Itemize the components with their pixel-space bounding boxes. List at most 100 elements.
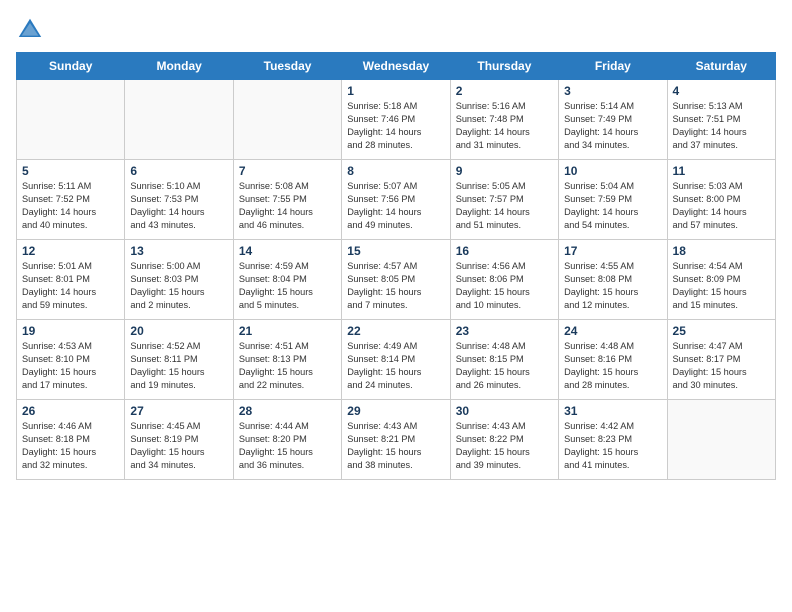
calendar-table: SundayMondayTuesdayWednesdayThursdayFrid… xyxy=(16,52,776,480)
day-number: 14 xyxy=(239,244,336,258)
day-info: Sunrise: 4:49 AM Sunset: 8:14 PM Dayligh… xyxy=(347,340,444,392)
calendar-cell: 10 Sunrise: 5:04 AM Sunset: 7:59 PM Dayli… xyxy=(559,160,667,240)
calendar-cell: 9 Sunrise: 5:05 AM Sunset: 7:57 PM Daylig… xyxy=(450,160,558,240)
day-info: Sunrise: 4:44 AM Sunset: 8:20 PM Dayligh… xyxy=(239,420,336,472)
day-number: 20 xyxy=(130,324,227,338)
day-info: Sunrise: 5:05 AM Sunset: 7:57 PM Dayligh… xyxy=(456,180,553,232)
day-info: Sunrise: 4:56 AM Sunset: 8:06 PM Dayligh… xyxy=(456,260,553,312)
day-info: Sunrise: 5:08 AM Sunset: 7:55 PM Dayligh… xyxy=(239,180,336,232)
calendar-cell: 15Sunrise: 4:57 AM Sunset: 8:05 PM Dayli… xyxy=(342,240,450,320)
day-info: Sunrise: 5:16 AM Sunset: 7:48 PM Dayligh… xyxy=(456,100,553,152)
day-number: 27 xyxy=(130,404,227,418)
header-row: SundayMondayTuesdayWednesdayThursdayFrid… xyxy=(17,53,776,80)
day-info: Sunrise: 5:13 AM Sunset: 7:51 PM Dayligh… xyxy=(673,100,770,152)
day-number: 10 xyxy=(564,164,661,178)
day-number: 2 xyxy=(456,84,553,98)
day-header-sunday: Sunday xyxy=(17,53,125,80)
week-row-2: 5 Sunrise: 5:11 AM Sunset: 7:52 PM Daylig… xyxy=(17,160,776,240)
day-info: Sunrise: 4:47 AM Sunset: 8:17 PM Dayligh… xyxy=(673,340,770,392)
day-header-friday: Friday xyxy=(559,53,667,80)
day-header-thursday: Thursday xyxy=(450,53,558,80)
day-info: Sunrise: 4:55 AM Sunset: 8:08 PM Dayligh… xyxy=(564,260,661,312)
calendar-cell: 24 Sunrise: 4:48 AM Sunset: 8:16 PM Dayli… xyxy=(559,320,667,400)
calendar-cell: 18 Sunrise: 4:54 AM Sunset: 8:09 PM Dayli… xyxy=(667,240,775,320)
calendar-cell: 20 Sunrise: 4:52 AM Sunset: 8:11 PM Dayli… xyxy=(125,320,233,400)
day-number: 28 xyxy=(239,404,336,418)
day-number: 30 xyxy=(456,404,553,418)
calendar-cell: 28 Sunrise: 4:44 AM Sunset: 8:20 PM Dayli… xyxy=(233,400,341,480)
day-info: Sunrise: 5:10 AM Sunset: 7:53 PM Dayligh… xyxy=(130,180,227,232)
day-info: Sunrise: 4:57 AM Sunset: 8:05 PM Dayligh… xyxy=(347,260,444,312)
calendar-cell xyxy=(667,400,775,480)
day-info: Sunrise: 4:53 AM Sunset: 8:10 PM Dayligh… xyxy=(22,340,119,392)
day-number: 29 xyxy=(347,404,444,418)
day-info: Sunrise: 4:48 AM Sunset: 8:15 PM Dayligh… xyxy=(456,340,553,392)
week-row-3: 12 Sunrise: 5:01 AM Sunset: 8:01 PM Dayli… xyxy=(17,240,776,320)
calendar-cell: 5 Sunrise: 5:11 AM Sunset: 7:52 PM Daylig… xyxy=(17,160,125,240)
day-info: Sunrise: 5:11 AM Sunset: 7:52 PM Dayligh… xyxy=(22,180,119,232)
day-number: 5 xyxy=(22,164,119,178)
calendar-cell: 7 Sunrise: 5:08 AM Sunset: 7:55 PM Daylig… xyxy=(233,160,341,240)
day-info: Sunrise: 4:59 AM Sunset: 8:04 PM Dayligh… xyxy=(239,260,336,312)
day-info: Sunrise: 4:54 AM Sunset: 8:09 PM Dayligh… xyxy=(673,260,770,312)
day-number: 4 xyxy=(673,84,770,98)
logo-icon xyxy=(16,16,44,44)
calendar-cell: 22Sunrise: 4:49 AM Sunset: 8:14 PM Dayli… xyxy=(342,320,450,400)
calendar-cell: 11 Sunrise: 5:03 AM Sunset: 8:00 PM Dayli… xyxy=(667,160,775,240)
day-number: 12 xyxy=(22,244,119,258)
day-number: 11 xyxy=(673,164,770,178)
day-info: Sunrise: 5:14 AM Sunset: 7:49 PM Dayligh… xyxy=(564,100,661,152)
calendar-cell: 27 Sunrise: 4:45 AM Sunset: 8:19 PM Dayli… xyxy=(125,400,233,480)
calendar-cell xyxy=(233,80,341,160)
logo xyxy=(16,16,48,44)
day-info: Sunrise: 5:07 AM Sunset: 7:56 PM Dayligh… xyxy=(347,180,444,232)
calendar-cell: 31 Sunrise: 4:42 AM Sunset: 8:23 PM Dayli… xyxy=(559,400,667,480)
calendar-cell: 2 Sunrise: 5:16 AM Sunset: 7:48 PM Daylig… xyxy=(450,80,558,160)
day-info: Sunrise: 4:43 AM Sunset: 8:22 PM Dayligh… xyxy=(456,420,553,472)
calendar-cell: 8 Sunrise: 5:07 AM Sunset: 7:56 PM Daylig… xyxy=(342,160,450,240)
week-row-5: 26Sunrise: 4:46 AM Sunset: 8:18 PM Dayli… xyxy=(17,400,776,480)
day-number: 17 xyxy=(564,244,661,258)
day-info: Sunrise: 4:45 AM Sunset: 8:19 PM Dayligh… xyxy=(130,420,227,472)
day-info: Sunrise: 4:43 AM Sunset: 8:21 PM Dayligh… xyxy=(347,420,444,472)
calendar-cell: 12 Sunrise: 5:01 AM Sunset: 8:01 PM Dayli… xyxy=(17,240,125,320)
week-row-1: 1Sunrise: 5:18 AM Sunset: 7:46 PM Daylig… xyxy=(17,80,776,160)
calendar-cell: 16Sunrise: 4:56 AM Sunset: 8:06 PM Dayli… xyxy=(450,240,558,320)
calendar-cell xyxy=(125,80,233,160)
day-info: Sunrise: 5:01 AM Sunset: 8:01 PM Dayligh… xyxy=(22,260,119,312)
day-number: 31 xyxy=(564,404,661,418)
day-number: 8 xyxy=(347,164,444,178)
day-info: Sunrise: 4:46 AM Sunset: 8:18 PM Dayligh… xyxy=(22,420,119,472)
calendar-cell: 23 Sunrise: 4:48 AM Sunset: 8:15 PM Dayli… xyxy=(450,320,558,400)
day-number: 21 xyxy=(239,324,336,338)
day-number: 24 xyxy=(564,324,661,338)
day-header-tuesday: Tuesday xyxy=(233,53,341,80)
calendar-cell: 29 Sunrise: 4:43 AM Sunset: 8:21 PM Dayli… xyxy=(342,400,450,480)
day-number: 1 xyxy=(347,84,444,98)
day-info: Sunrise: 5:04 AM Sunset: 7:59 PM Dayligh… xyxy=(564,180,661,232)
calendar-cell: 13Sunrise: 5:00 AM Sunset: 8:03 PM Dayli… xyxy=(125,240,233,320)
calendar-cell: 25Sunrise: 4:47 AM Sunset: 8:17 PM Dayli… xyxy=(667,320,775,400)
day-number: 19 xyxy=(22,324,119,338)
calendar-cell: 30 Sunrise: 4:43 AM Sunset: 8:22 PM Dayli… xyxy=(450,400,558,480)
day-number: 6 xyxy=(130,164,227,178)
day-number: 23 xyxy=(456,324,553,338)
day-info: Sunrise: 5:03 AM Sunset: 8:00 PM Dayligh… xyxy=(673,180,770,232)
calendar-cell: 4 Sunrise: 5:13 AM Sunset: 7:51 PM Daylig… xyxy=(667,80,775,160)
calendar-cell xyxy=(17,80,125,160)
day-number: 18 xyxy=(673,244,770,258)
week-row-4: 19 Sunrise: 4:53 AM Sunset: 8:10 PM Dayli… xyxy=(17,320,776,400)
day-info: Sunrise: 4:52 AM Sunset: 8:11 PM Dayligh… xyxy=(130,340,227,392)
calendar-cell: 6 Sunrise: 5:10 AM Sunset: 7:53 PM Daylig… xyxy=(125,160,233,240)
calendar-cell: 1Sunrise: 5:18 AM Sunset: 7:46 PM Daylig… xyxy=(342,80,450,160)
calendar-cell: 14 Sunrise: 4:59 AM Sunset: 8:04 PM Dayli… xyxy=(233,240,341,320)
calendar-cell: 26Sunrise: 4:46 AM Sunset: 8:18 PM Dayli… xyxy=(17,400,125,480)
day-info: Sunrise: 4:42 AM Sunset: 8:23 PM Dayligh… xyxy=(564,420,661,472)
day-number: 9 xyxy=(456,164,553,178)
day-info: Sunrise: 5:00 AM Sunset: 8:03 PM Dayligh… xyxy=(130,260,227,312)
day-number: 7 xyxy=(239,164,336,178)
page-header xyxy=(16,16,776,44)
calendar-cell: 3Sunrise: 5:14 AM Sunset: 7:49 PM Daylig… xyxy=(559,80,667,160)
day-header-monday: Monday xyxy=(125,53,233,80)
day-info: Sunrise: 4:48 AM Sunset: 8:16 PM Dayligh… xyxy=(564,340,661,392)
